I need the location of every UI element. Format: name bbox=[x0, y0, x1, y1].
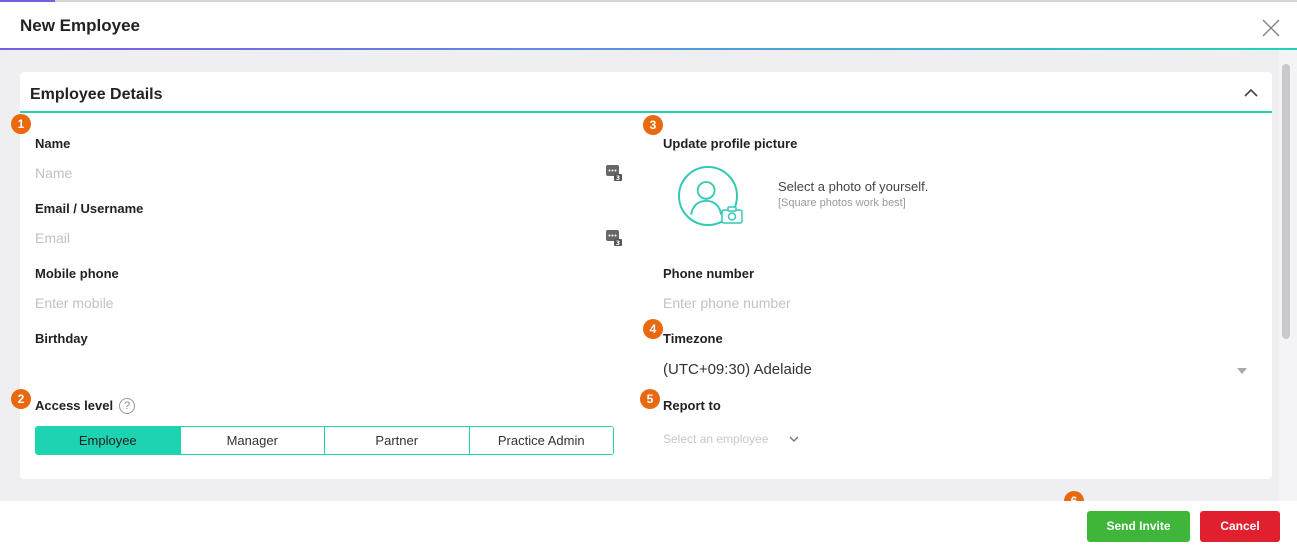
employee-details-card: Employee Details bbox=[20, 72, 1272, 479]
access-level-selector: Employee Manager Partner Practice Admin bbox=[35, 426, 614, 455]
birthday-label: Birthday bbox=[35, 331, 88, 346]
phone-input[interactable] bbox=[663, 292, 1253, 314]
chevron-down-icon[interactable] bbox=[789, 436, 799, 442]
phone-label: Phone number bbox=[663, 266, 755, 281]
access-level-manager[interactable]: Manager bbox=[180, 427, 325, 454]
step-badge-3: 3 bbox=[643, 115, 663, 135]
profile-picture-hint: [Square photos work best] bbox=[778, 197, 906, 209]
profile-picture-label: Update profile picture bbox=[663, 136, 798, 151]
access-level-practice-admin[interactable]: Practice Admin bbox=[469, 427, 613, 454]
contact-card-icon[interactable]: 3 bbox=[605, 229, 623, 247]
svg-text:3: 3 bbox=[616, 175, 620, 182]
name-input[interactable] bbox=[35, 162, 595, 184]
timezone-label: Timezone bbox=[663, 331, 723, 346]
svg-text:3: 3 bbox=[616, 240, 620, 247]
header-accent-bar bbox=[0, 0, 55, 2]
scrollbar-thumb[interactable] bbox=[1282, 64, 1290, 339]
cancel-button[interactable]: Cancel bbox=[1200, 511, 1280, 542]
mobile-label: Mobile phone bbox=[35, 266, 119, 281]
chevron-down-icon[interactable] bbox=[1237, 368, 1247, 374]
step-badge-2: 2 bbox=[11, 389, 31, 409]
name-label: Name bbox=[35, 136, 71, 151]
profile-picture-prompt: Select a photo of yourself. bbox=[778, 179, 929, 194]
close-icon[interactable] bbox=[1259, 16, 1283, 40]
step-badge-4: 4 bbox=[643, 319, 663, 339]
step-badge-5: 5 bbox=[640, 389, 660, 409]
contact-card-icon[interactable]: 3 bbox=[605, 164, 623, 182]
email-input[interactable] bbox=[35, 227, 595, 249]
timezone-select[interactable]: (UTC+09:30) Adelaide bbox=[663, 361, 812, 378]
help-icon[interactable]: ? bbox=[119, 398, 135, 414]
section-title: Employee Details bbox=[30, 86, 163, 103]
access-level-label: Access level bbox=[35, 398, 114, 413]
access-level-employee[interactable]: Employee bbox=[36, 427, 181, 454]
modal-title: New Employee bbox=[20, 16, 140, 35]
email-label: Email / Username bbox=[35, 201, 144, 216]
camera-icon[interactable] bbox=[721, 206, 743, 224]
report-to-select[interactable]: Select an employee bbox=[663, 432, 768, 446]
access-level-partner[interactable]: Partner bbox=[325, 427, 470, 454]
chevron-up-icon[interactable] bbox=[1242, 84, 1260, 102]
report-to-label: Report to bbox=[663, 398, 721, 413]
send-invite-button[interactable]: Send Invite bbox=[1087, 511, 1190, 542]
mobile-input[interactable] bbox=[35, 292, 595, 314]
card-header[interactable]: Employee Details bbox=[20, 72, 1272, 113]
birthday-input[interactable] bbox=[35, 357, 595, 379]
step-badge-1: 1 bbox=[11, 114, 31, 134]
modal-header: New Employee bbox=[0, 0, 1297, 51]
